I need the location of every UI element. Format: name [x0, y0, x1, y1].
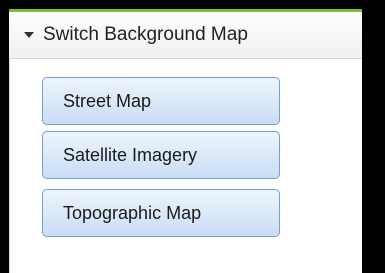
street-map-button[interactable]: Street Map [42, 77, 280, 125]
panel-title: Switch Background Map [43, 24, 248, 45]
topographic-map-button[interactable]: Topographic Map [42, 189, 280, 237]
satellite-imagery-button[interactable]: Satellite Imagery [42, 131, 280, 179]
panel-header-toggle[interactable]: Switch Background Map [9, 12, 362, 59]
caret-down-icon [24, 32, 34, 38]
